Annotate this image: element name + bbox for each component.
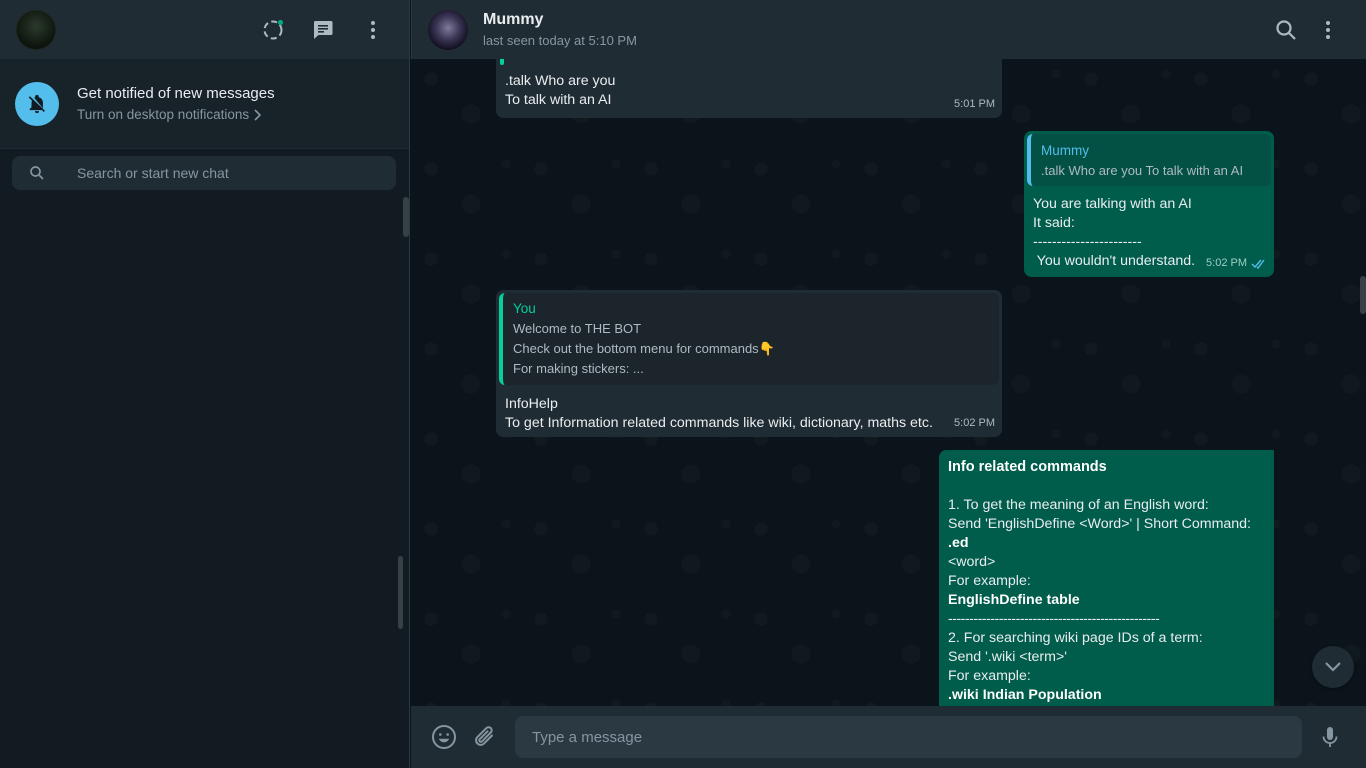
chat-list-pane: Get notified of new messages Turn on des… xyxy=(0,0,410,768)
message-time: 5:01 PM xyxy=(954,98,995,110)
microphone-icon[interactable] xyxy=(1318,725,1342,754)
message-line: Send '.wiki <term>' xyxy=(948,649,1067,665)
status-icon[interactable] xyxy=(261,18,285,42)
notification-subtitle: Turn on desktop notifications xyxy=(77,107,250,122)
scroll-to-bottom-button[interactable] xyxy=(1312,646,1354,688)
message-line: It said: xyxy=(1033,215,1075,231)
contact-avatar[interactable] xyxy=(428,9,468,50)
search-input[interactable] xyxy=(77,165,377,181)
conversation-pane: Mummy last seen today at 5:10 PM .talk W… xyxy=(411,0,1366,768)
new-chat-icon[interactable] xyxy=(311,18,335,42)
quoted-message[interactable]: Mummy .talk Who are you To talk with an … xyxy=(1027,134,1271,186)
quote-accent xyxy=(500,59,504,65)
search-bar xyxy=(0,149,409,199)
message-line: For example: xyxy=(948,668,1031,684)
menu-icon[interactable] xyxy=(1316,18,1340,42)
bell-off-icon xyxy=(15,81,59,126)
message-line: <word> xyxy=(948,554,996,570)
message-line: To talk with an AI xyxy=(505,92,612,108)
emoji-icon[interactable] xyxy=(431,724,457,750)
message-bubble-incoming[interactable]: .talk Who are you To talk with an AI 5:0… xyxy=(496,59,1002,118)
profile-avatar[interactable] xyxy=(16,9,56,50)
message-heading: Info related commands xyxy=(948,459,1107,475)
message-line: Send 'EnglishDefine <Word>' | Short Comm… xyxy=(948,516,1251,551)
message-scrollbar[interactable] xyxy=(1360,276,1366,314)
double-check-icon xyxy=(1251,259,1265,269)
quoted-author: Mummy xyxy=(1041,143,1089,158)
notification-title: Get notified of new messages xyxy=(77,85,275,102)
chevron-down-icon xyxy=(1325,662,1341,672)
message-bubble-outgoing[interactable]: Info related commands 1. To get the mean… xyxy=(939,450,1274,706)
message-line: To get Information related commands like… xyxy=(505,415,933,431)
left-header xyxy=(0,0,409,59)
chat-header[interactable]: Mummy last seen today at 5:10 PM xyxy=(411,0,1366,59)
notification-banner[interactable]: Get notified of new messages Turn on des… xyxy=(0,59,409,149)
message-line: 1. To get the meaning of an English word… xyxy=(948,497,1209,513)
message-time: 5:02 PM xyxy=(954,417,995,429)
search-box[interactable] xyxy=(12,156,396,190)
message-line: ----------------------- xyxy=(1033,234,1142,250)
message-divider: ----------------------------------------… xyxy=(948,611,1160,627)
message-input[interactable] xyxy=(532,728,1302,746)
message-bubble-incoming[interactable]: You Welcome to THE BOT Check out the bot… xyxy=(496,290,1002,437)
message-line: InfoHelp xyxy=(505,396,558,412)
chat-list-scrollbar[interactable] xyxy=(403,197,409,237)
attach-icon[interactable] xyxy=(472,724,498,750)
quoted-line: For making stickers: ... xyxy=(513,361,644,376)
quoted-line: Check out the bottom menu for commands👇 xyxy=(513,341,775,356)
message-line: For example: xyxy=(948,573,1031,589)
left-header-actions xyxy=(261,18,385,42)
message-line: You are talking with an AI xyxy=(1033,196,1192,212)
quoted-author: You xyxy=(513,301,536,316)
contact-name: Mummy xyxy=(483,11,544,28)
quoted-line: Welcome to THE BOT xyxy=(513,321,642,336)
message-bubble-outgoing[interactable]: Mummy .talk Who are you To talk with an … xyxy=(1024,131,1274,277)
contact-last-seen: last seen today at 5:10 PM xyxy=(483,33,637,48)
message-line: .talk Who are you xyxy=(505,73,616,89)
chevron-right-icon xyxy=(254,108,262,121)
message-line-bold: .wiki Indian Population xyxy=(948,687,1102,703)
message-time: 5:02 PM xyxy=(1206,254,1267,273)
menu-icon[interactable] xyxy=(361,18,385,42)
message-input-box[interactable] xyxy=(515,716,1302,758)
message-line: 2. For searching wiki page IDs of a term… xyxy=(948,630,1203,646)
notification-link[interactable]: Turn on desktop notifications xyxy=(77,107,275,122)
search-icon xyxy=(30,166,44,180)
chat-header-actions xyxy=(1274,18,1340,42)
composer xyxy=(411,706,1366,768)
quoted-text: .talk Who are you To talk with an AI xyxy=(1041,163,1244,178)
search-icon[interactable] xyxy=(1274,18,1298,42)
quoted-message[interactable]: You Welcome to THE BOT Check out the bot… xyxy=(499,293,999,385)
message-list: .talk Who are you To talk with an AI 5:0… xyxy=(411,59,1366,706)
message-line-bold: EnglishDefine table xyxy=(948,592,1080,608)
chat-list-scrollbar-lower[interactable] xyxy=(398,556,403,629)
